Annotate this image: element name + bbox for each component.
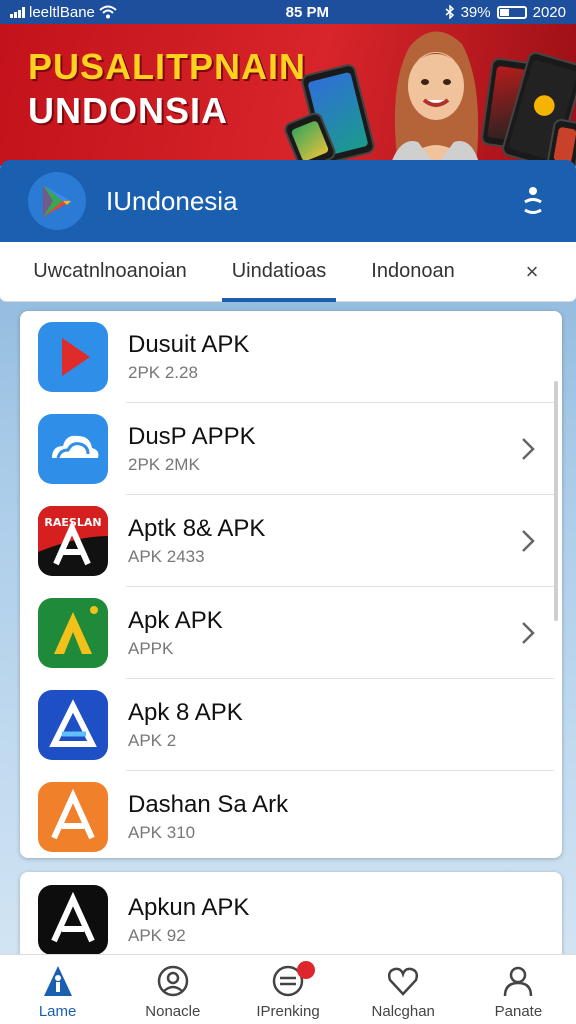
- nav-nalcghan[interactable]: Nalcghan: [346, 955, 461, 1024]
- app-name: DusP APPK: [128, 423, 256, 450]
- wifi-icon: [99, 5, 117, 19]
- list-item[interactable]: Dusuit APK 2PK 2.28: [20, 311, 562, 403]
- app-version: APK 2: [128, 731, 177, 750]
- face-icon: [157, 965, 189, 997]
- status-right: 39% 2020: [445, 4, 566, 21]
- nav-home[interactable]: Lame: [0, 955, 115, 1024]
- chevron-right-icon[interactable]: [508, 528, 548, 554]
- nav-label: Panate: [494, 1003, 543, 1020]
- status-bar: leeltlBane 85 PM 39% 2020: [0, 0, 576, 24]
- list-item[interactable]: DusP APPK 2PK 2MK: [20, 403, 562, 495]
- app-name: Dusuit APK: [128, 331, 250, 358]
- apk-black-icon: [38, 885, 108, 955]
- cloud-icon: [38, 414, 108, 484]
- app-title: IUndonesia: [106, 185, 238, 216]
- app-version: APPK: [128, 639, 174, 658]
- list-item[interactable]: RAESLAN Aptk 8& APK APK 2433: [20, 495, 562, 587]
- nav-label: Nalcghan: [371, 1003, 435, 1020]
- app-version: APK 92: [128, 926, 186, 945]
- nav-iprenking[interactable]: IPrenking: [230, 955, 345, 1024]
- app-version: APK 2433: [128, 547, 205, 566]
- app-name: Apk 8 APK: [128, 699, 243, 726]
- app-name: Aptk 8& APK: [128, 515, 266, 542]
- promo-banner[interactable]: PUSALITPNAIN UNDONSIA: [0, 24, 576, 166]
- app-name: Dashan Sa Ark: [128, 791, 289, 818]
- app-name: Apk APK: [128, 607, 223, 634]
- chevron-right-icon[interactable]: [508, 436, 548, 462]
- app-list: Dusuit APK 2PK 2.28 DusP APPK 2PK 2MK RA…: [20, 311, 562, 858]
- apk-blue-icon: [38, 690, 108, 760]
- play-store-logo-icon: [28, 172, 86, 230]
- app-version: 2PK 2MK: [128, 455, 200, 474]
- battery-percent: 39%: [460, 3, 491, 21]
- app-version: 2PK 2.28: [128, 363, 198, 382]
- user-icon: [504, 966, 533, 997]
- list-item[interactable]: Apk 8 APK APK 2: [20, 679, 562, 771]
- app-version: APK 310: [128, 823, 196, 842]
- banner-title-line2: UNDONSIA: [28, 90, 229, 131]
- app-name: Apkun APK: [128, 894, 250, 921]
- play-icon: [38, 322, 108, 392]
- app-header: IUndonesia: [0, 160, 576, 242]
- status-extra: 2020: [532, 3, 566, 21]
- tab-uindatioas[interactable]: Uindatioas: [220, 242, 338, 302]
- tab-bar: Uwcatnlnoanoian Uindatioas Indonoan ×: [0, 242, 576, 302]
- nav-panate[interactable]: Panate: [461, 955, 576, 1024]
- nav-label: IPrenking: [256, 1003, 320, 1020]
- apk-red-icon: RAESLAN: [38, 506, 108, 576]
- nav-nonacle[interactable]: Nonacle: [115, 955, 230, 1024]
- status-left: leeltlBane: [10, 4, 210, 21]
- notification-badge: [297, 961, 316, 979]
- apk-orange-icon: [38, 782, 108, 852]
- close-tabs-button[interactable]: ×: [488, 242, 576, 302]
- more-options-icon[interactable]: [518, 183, 548, 219]
- banner-title-line1: PUSALITPNAIN: [28, 46, 307, 87]
- signal-icon: [10, 6, 25, 18]
- home-icon: [43, 966, 72, 996]
- bluetooth-icon: [445, 5, 454, 19]
- bottom-navigation: Lame Nonacle IPrenking Nalcghan Panate: [0, 954, 576, 1024]
- apk-green-icon: [38, 598, 108, 668]
- battery-icon: [496, 5, 527, 19]
- list-item[interactable]: Apkun APK APK 92: [20, 874, 562, 966]
- status-time: 85 PM: [285, 3, 329, 21]
- carrier-label: leeltlBane: [29, 3, 95, 21]
- list-item[interactable]: Dashan Sa Ark APK 310: [20, 771, 562, 858]
- promo-person-image: [390, 31, 480, 166]
- tab-uwcatnlnoanoian[interactable]: Uwcatnlnoanoian: [0, 242, 220, 302]
- nav-label: Lame: [38, 1003, 77, 1020]
- list-item[interactable]: Apk APK APPK: [20, 587, 562, 679]
- tab-indonoan[interactable]: Indonoan: [338, 242, 488, 302]
- nav-label: Nonacle: [145, 1003, 201, 1020]
- scrollbar[interactable]: [554, 381, 558, 621]
- chevron-right-icon[interactable]: [508, 620, 548, 646]
- heart-icon: [388, 967, 419, 996]
